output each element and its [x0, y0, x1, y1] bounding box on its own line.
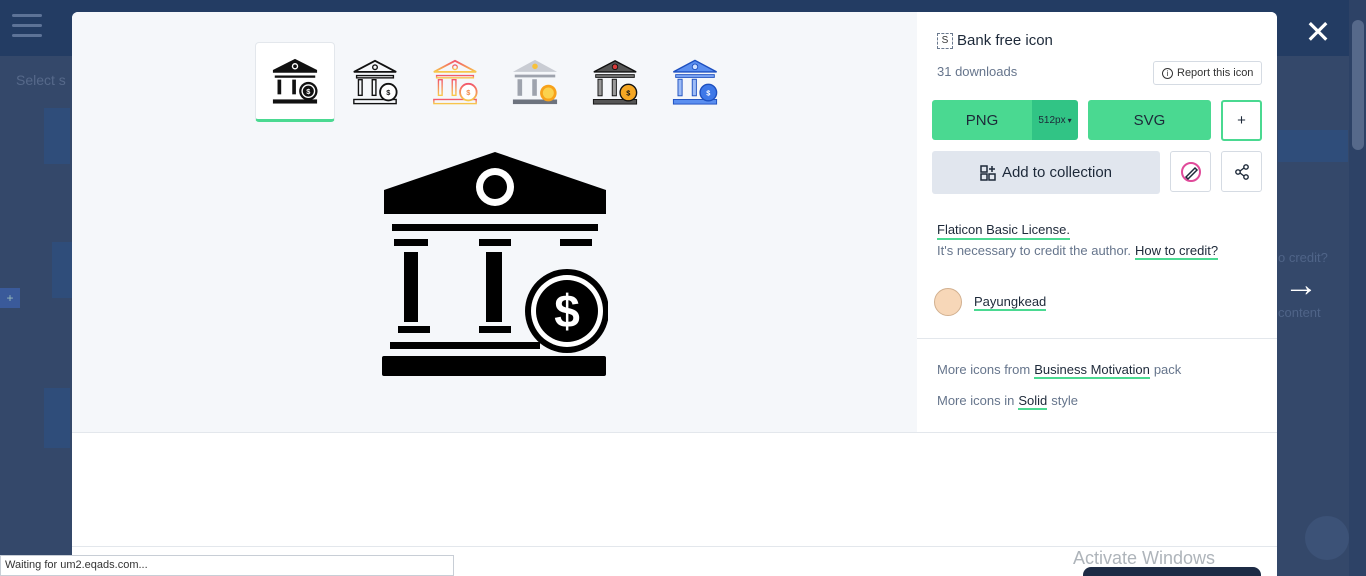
share-icon: [1234, 163, 1249, 180]
background-select-text: Select s: [16, 72, 66, 88]
lower-divider: [72, 546, 1277, 547]
info-icon: i: [1162, 67, 1173, 79]
more-in-style-row: More icons in Solid style: [937, 393, 1078, 410]
browser-status-bar: Waiting for um2.eqads.com...: [0, 555, 454, 576]
how-to-credit-link[interactable]: How to credit?: [1134, 243, 1219, 260]
svg-text:$: $: [554, 285, 580, 337]
background-icon-shape: [44, 108, 70, 164]
author-avatar[interactable]: [934, 288, 962, 316]
background-content-hint: content: [1278, 305, 1321, 320]
background-icon-shape: [44, 388, 70, 448]
bank-icon: $: [433, 59, 478, 105]
report-label: Report this icon: [1177, 67, 1254, 79]
bank-icon: $: [272, 58, 318, 104]
variant-lineal[interactable]: $: [335, 42, 415, 122]
pack-suffix: pack: [1153, 362, 1182, 377]
windows-activation-watermark: Activate Windows: [1073, 548, 1216, 568]
share-button[interactable]: [1221, 151, 1262, 192]
page-scrollbar[interactable]: [1349, 0, 1366, 576]
svg-text:$: $: [306, 87, 310, 96]
style-variants: $ $ $ $ $: [255, 42, 735, 122]
edit-pencil-icon: [1180, 161, 1201, 182]
svg-text:$: $: [466, 88, 470, 97]
pack-link[interactable]: Business Motivation: [1034, 362, 1150, 379]
icon-info-panel: S Bank free icon 31 downloads i Report t…: [917, 12, 1277, 432]
report-icon-button[interactable]: i Report this icon: [1153, 61, 1263, 85]
author-name-link[interactable]: Payungkead: [974, 294, 1047, 311]
license-link[interactable]: Flaticon Basic License.: [937, 222, 1070, 240]
collection-icon: [980, 164, 996, 181]
variant-solid[interactable]: $: [255, 42, 335, 122]
hamburger-menu-icon: [12, 14, 42, 38]
edit-icon-button[interactable]: [1170, 151, 1211, 192]
chevron-down-icon: ▾: [1067, 115, 1072, 125]
bank-icon: $: [353, 59, 398, 105]
icon-detail-modal: $ $ $ $ $ $ S Bank free icon 31 download…: [72, 12, 1277, 576]
scroll-top-button[interactable]: [1305, 516, 1349, 560]
bank-icon: $: [592, 60, 638, 105]
style-suffix: style: [1051, 393, 1078, 408]
variant-lineal-color[interactable]: $: [575, 42, 655, 122]
collection-label: Add to collection: [1001, 164, 1113, 181]
svg-text:$: $: [626, 88, 630, 97]
close-modal-button[interactable]: ✕: [1304, 16, 1332, 48]
svg-text:$: $: [386, 88, 390, 97]
background-plus-icon: +: [0, 288, 20, 308]
background-toolbar-shape: [1278, 130, 1348, 162]
icon-preview-area: $ $ $ $ $ $: [72, 12, 917, 432]
download-png-button[interactable]: PNG: [932, 100, 1032, 140]
divider: [917, 338, 1277, 339]
bottom-banner: [1083, 567, 1261, 576]
background-icon-shape: [52, 242, 74, 298]
bank-main-icon: $: [382, 152, 608, 376]
download-svg-button[interactable]: SVG: [1088, 100, 1211, 140]
add-to-collection-button[interactable]: Add to collection: [932, 151, 1160, 194]
variant-blue[interactable]: $: [655, 42, 735, 122]
next-arrow-icon[interactable]: →: [1284, 268, 1318, 302]
credit-row: It's necessary to credit the author. How…: [937, 243, 1219, 260]
svg-text:$: $: [706, 88, 710, 97]
variant-gradient[interactable]: $: [415, 42, 495, 122]
variant-flat[interactable]: [495, 42, 575, 122]
size-select-button[interactable]: 512px ▾: [1032, 100, 1078, 140]
download-count: 31 downloads: [937, 64, 1018, 79]
icon-title: Bank free icon: [957, 32, 1053, 49]
credit-text: It's necessary to credit the author.: [937, 243, 1131, 258]
solid-style-icon: S: [937, 32, 953, 49]
title-row: S Bank free icon: [937, 32, 1053, 49]
bank-icon: $: [672, 59, 718, 105]
more-from-pack-row: More icons from Business Motivation pack: [937, 362, 1181, 379]
style-prefix: More icons in: [937, 393, 1015, 408]
section-divider: [72, 432, 1277, 433]
bank-icon: [512, 59, 558, 105]
style-link[interactable]: Solid: [1018, 393, 1048, 410]
background-credit-hint: o credit?: [1278, 250, 1328, 265]
more-formats-button[interactable]: +: [1221, 100, 1262, 141]
pack-prefix: More icons from: [937, 362, 1031, 377]
size-label: 512px: [1038, 114, 1066, 126]
